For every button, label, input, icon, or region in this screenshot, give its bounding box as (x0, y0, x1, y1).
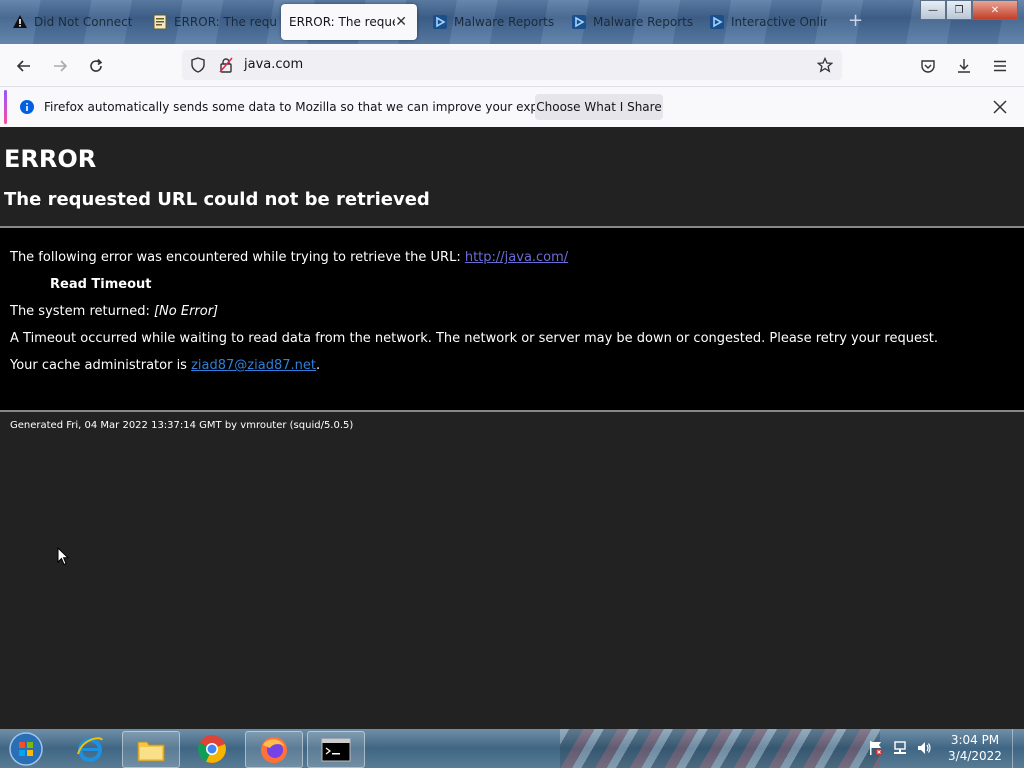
insecure-lock-icon[interactable] (218, 57, 234, 77)
taskbar-clock[interactable]: 3:04 PM 3/4/2022 (944, 732, 1006, 764)
bookmark-star-icon[interactable] (816, 56, 834, 77)
tab-label: ERROR: The request (289, 15, 395, 29)
system-tray (868, 740, 932, 760)
tab-label: Interactive Onlin (731, 15, 827, 29)
clock-date: 3/4/2022 (948, 749, 1002, 763)
page-subtitle: The requested URL could not be retrieved (4, 189, 430, 210)
restore-button[interactable]: ❐ (946, 0, 972, 20)
tab-label: Malware Reports (454, 15, 555, 29)
tab-error-1[interactable]: ERROR: The requ (144, 4, 276, 40)
tab-error-active[interactable]: ERROR: The request ✕ (281, 4, 417, 40)
downloads-icon[interactable] (952, 54, 976, 78)
notification-text: Firefox automatically sends some data to… (44, 100, 587, 114)
requested-url-link[interactable]: http://java.com/ (465, 250, 568, 265)
reload-icon[interactable] (84, 54, 108, 78)
tab-interactive-online[interactable]: Interactive Onlin (701, 4, 827, 40)
warning-icon (12, 14, 28, 30)
tab-malware-reports-1[interactable]: Malware Reports (424, 4, 562, 40)
admin-suffix: . (315, 358, 321, 373)
generated-footer: Generated Fri, 04 Mar 2022 13:37:14 GMT … (10, 420, 354, 431)
clock-time: 3:04 PM (950, 733, 1000, 747)
close-window-button[interactable]: ✕ (972, 0, 1018, 20)
back-arrow-icon[interactable] (12, 54, 36, 78)
tab-label: Did Not Connect (34, 15, 133, 29)
admin-email-link[interactable]: ziad87@ziad87.net (191, 358, 316, 373)
choose-what-i-share-button[interactable]: Choose What I Share (535, 94, 663, 120)
address-bar[interactable]: java.com (182, 50, 842, 80)
hamburger-menu-icon[interactable] (988, 54, 1012, 78)
action-center-flag-icon[interactable] (868, 740, 884, 760)
intro-text: The following error was encountered whil… (10, 250, 461, 265)
mouse-cursor-icon (57, 546, 70, 570)
navigation-toolbar: java.com (0, 44, 1024, 86)
volume-icon[interactable] (916, 740, 932, 760)
network-icon[interactable] (892, 740, 908, 760)
firefox-icon[interactable] (245, 731, 303, 768)
anyrun-icon (432, 14, 448, 30)
anyrun-icon (571, 14, 587, 30)
intro-line: The following error was encountered whil… (10, 250, 568, 265)
close-icon[interactable] (990, 97, 1010, 117)
info-icon (20, 99, 34, 118)
data-collection-notification: Firefox automatically sends some data to… (0, 86, 1024, 127)
error-description: A Timeout occurred while waiting to read… (10, 331, 938, 346)
minimize-button[interactable]: — (920, 0, 946, 20)
divider (0, 410, 1024, 412)
file-explorer-icon[interactable] (122, 731, 180, 768)
error-name: Read Timeout (50, 277, 152, 292)
forward-arrow-icon[interactable] (48, 54, 72, 78)
start-orb-icon[interactable] (2, 731, 50, 766)
pocket-icon[interactable] (916, 54, 940, 78)
tab-strip: Did Not Connect ERROR: The requ ERROR: T… (0, 0, 1024, 44)
page-icon (152, 14, 168, 30)
taskbar: 3:04 PM 3/4/2022 (0, 729, 1024, 768)
admin-line: Your cache administrator is ziad87@ziad8… (10, 358, 320, 373)
system-returned-value: [No Error] (153, 304, 219, 319)
chrome-icon[interactable] (184, 731, 240, 766)
notification-accent (4, 90, 7, 124)
internet-explorer-icon[interactable] (62, 731, 118, 766)
error-page: ERROR The requested URL could not be ret… (0, 127, 1024, 729)
page-title: ERROR (4, 145, 97, 173)
tab-did-not-connect[interactable]: Did Not Connect (4, 4, 142, 40)
admin-label: Your cache administrator is (10, 358, 187, 373)
tab-label: Malware Reports (593, 15, 694, 29)
error-details: The following error was encountered whil… (0, 228, 1024, 410)
show-desktop-button[interactable] (1012, 729, 1024, 768)
anyrun-icon (709, 14, 725, 30)
system-returned-label: The system returned: (10, 304, 150, 319)
tab-close-icon[interactable]: ✕ (395, 14, 407, 30)
shield-icon[interactable] (190, 57, 206, 77)
tab-malware-reports-2[interactable]: Malware Reports (563, 4, 701, 40)
window-controls: — ❐ ✕ (920, 0, 1018, 20)
url-text[interactable]: java.com (244, 57, 303, 72)
new-tab-plus-icon[interactable]: + (848, 10, 863, 31)
system-returned-line: The system returned: [No Error] (10, 304, 218, 319)
command-prompt-icon[interactable] (307, 731, 365, 768)
tab-label: ERROR: The requ (174, 15, 276, 29)
